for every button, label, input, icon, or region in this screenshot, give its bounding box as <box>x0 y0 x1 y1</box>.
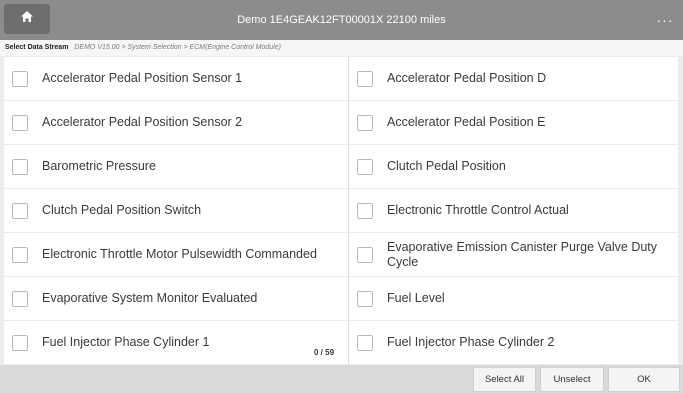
breadcrumb-path: DEMO V15.00 > System Selection > ECM(Eng… <box>74 44 281 51</box>
more-button[interactable]: ··· <box>655 10 675 30</box>
item-checkbox[interactable] <box>357 290 373 307</box>
item-label: Barometric Pressure <box>42 159 156 173</box>
title-text: Demo 1E4GEAK12FT00001X 22100 miles <box>237 14 446 26</box>
list-item[interactable]: Fuel Level <box>349 277 678 320</box>
home-button[interactable] <box>4 4 50 34</box>
more-icon: ··· <box>656 12 674 28</box>
item-checkbox[interactable] <box>12 114 28 131</box>
list-item[interactable]: Electronic Throttle Control Actual <box>349 189 678 232</box>
home-icon <box>20 10 34 28</box>
item-label: Accelerator Pedal Position Sensor 1 <box>42 71 243 85</box>
breadcrumb: Select Data Stream DEMO V15.00 > System … <box>0 40 683 56</box>
breadcrumb-label: Select Data Stream <box>5 44 69 51</box>
item-label: Electronic Throttle Motor Pulsewidth Com… <box>42 247 317 261</box>
item-label: Accelerator Pedal Position E <box>387 115 546 129</box>
list-item[interactable]: Accelerator Pedal Position Sensor 2 <box>4 101 349 144</box>
item-checkbox[interactable] <box>357 202 373 219</box>
list-item[interactable]: Fuel Injector Phase Cylinder 1 <box>4 321 349 364</box>
list-item[interactable]: Clutch Pedal Position <box>349 145 678 188</box>
item-label: Evaporative Emission Canister Purge Valv… <box>387 239 658 269</box>
item-checkbox[interactable] <box>357 158 373 175</box>
list-item[interactable]: Barometric Pressure <box>4 145 349 188</box>
list-item[interactable]: Accelerator Pedal Position Sensor 1 <box>4 57 349 100</box>
data-stream-screen: Demo 1E4GEAK12FT00001X 22100 miles ··· S… <box>0 0 683 393</box>
item-checkbox[interactable] <box>357 114 373 131</box>
item-checkbox[interactable] <box>12 202 28 219</box>
title-bar: Demo 1E4GEAK12FT00001X 22100 miles ··· <box>0 0 683 40</box>
select-all-button[interactable]: Select All <box>473 367 536 392</box>
item-label: Evaporative System Monitor Evaluated <box>42 291 258 305</box>
selection-counter: 0 / 59 <box>314 348 335 357</box>
item-checkbox[interactable] <box>12 246 28 263</box>
item-label: Fuel Level <box>387 291 445 305</box>
item-checkbox[interactable] <box>12 158 28 175</box>
list-item[interactable]: Evaporative Emission Canister Purge Valv… <box>349 233 678 276</box>
item-checkbox[interactable] <box>357 70 373 87</box>
item-checkbox[interactable] <box>12 334 28 351</box>
list-item[interactable]: Fuel Injector Phase Cylinder 2 <box>349 321 678 364</box>
list-item[interactable]: Evaporative System Monitor Evaluated <box>4 277 349 320</box>
list-item[interactable]: Accelerator Pedal Position D <box>349 57 678 100</box>
ok-button[interactable]: OK <box>608 367 680 392</box>
bottom-toolbar: Select All Unselect OK <box>0 365 683 393</box>
list-item[interactable]: Electronic Throttle Motor Pulsewidth Com… <box>4 233 349 276</box>
item-label: Clutch Pedal Position <box>387 159 506 173</box>
data-stream-list: Accelerator Pedal Position Sensor 1 Acce… <box>4 57 678 365</box>
list-item[interactable]: Clutch Pedal Position Switch <box>4 189 349 232</box>
item-checkbox[interactable] <box>357 334 373 351</box>
item-label: Accelerator Pedal Position D <box>387 71 547 85</box>
item-label: Clutch Pedal Position Switch <box>42 203 202 217</box>
item-label: Fuel Injector Phase Cylinder 1 <box>42 335 210 349</box>
unselect-button[interactable]: Unselect <box>540 367 604 392</box>
item-label: Accelerator Pedal Position Sensor 2 <box>42 115 243 129</box>
item-checkbox[interactable] <box>357 246 373 263</box>
item-checkbox[interactable] <box>12 290 28 307</box>
item-label: Fuel Injector Phase Cylinder 2 <box>387 335 555 349</box>
list-item[interactable]: Accelerator Pedal Position E <box>349 101 678 144</box>
item-label: Electronic Throttle Control Actual <box>387 203 569 217</box>
item-checkbox[interactable] <box>12 70 28 87</box>
